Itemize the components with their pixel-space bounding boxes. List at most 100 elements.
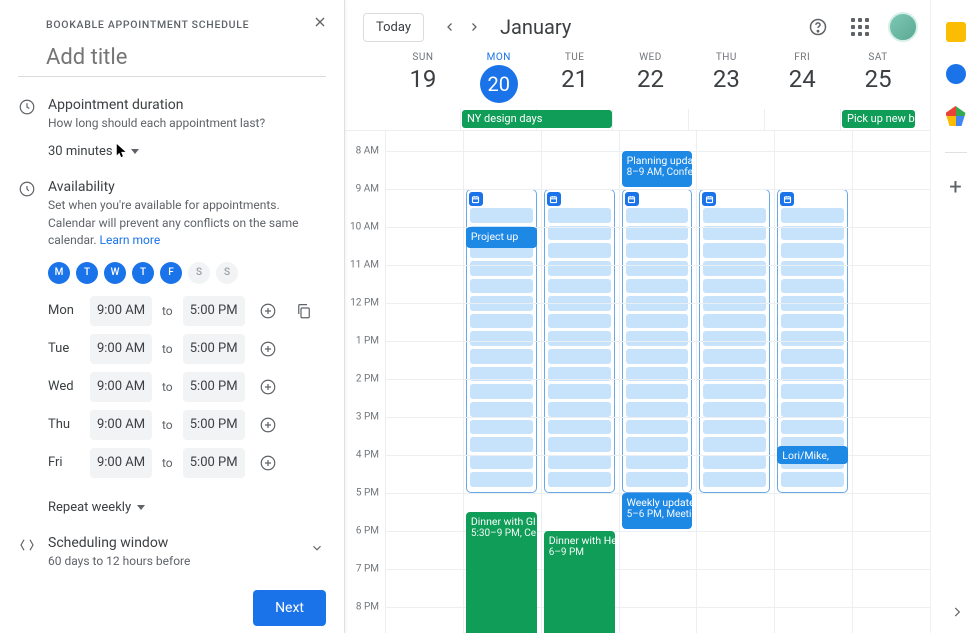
nav-arrows bbox=[438, 15, 486, 39]
end-time-input[interactable] bbox=[183, 448, 245, 478]
availability-icon bbox=[18, 180, 36, 514]
day-pill[interactable]: W bbox=[104, 262, 126, 284]
day-pill[interactable]: T bbox=[76, 262, 98, 284]
start-time-input[interactable] bbox=[90, 448, 152, 478]
calendar-event[interactable]: Dinner with He6–9 PM bbox=[544, 531, 615, 633]
addons-plus-icon[interactable]: + bbox=[949, 175, 961, 200]
day-header[interactable]: MON20 bbox=[461, 50, 537, 109]
day-column[interactable] bbox=[852, 131, 930, 633]
end-time-input[interactable] bbox=[183, 372, 245, 402]
day-pill[interactable]: M bbox=[48, 262, 70, 284]
day-pill[interactable]: F bbox=[160, 262, 182, 284]
allday-cell[interactable]: NY design days bbox=[460, 109, 536, 130]
day-abbr: TUE bbox=[537, 52, 613, 63]
day-column[interactable]: Project up Dinner with Gl5:30–9 PM, Ce bbox=[463, 131, 541, 633]
avatar[interactable] bbox=[888, 12, 918, 42]
hour-label: 12 PM bbox=[350, 298, 379, 309]
duration-picker[interactable]: 30 minutes bbox=[48, 144, 139, 159]
day-pill[interactable]: S bbox=[188, 262, 210, 284]
add-period-button[interactable] bbox=[255, 450, 281, 476]
allday-cell[interactable]: Pick up new bi bbox=[840, 109, 916, 130]
tasks-icon[interactable] bbox=[946, 64, 966, 84]
next-week-button[interactable] bbox=[462, 15, 486, 39]
day-column[interactable]: Dinner with He6–9 PM bbox=[541, 131, 619, 633]
availability-day-label: Wed bbox=[48, 379, 80, 394]
next-button[interactable]: Next bbox=[253, 590, 326, 626]
day-header[interactable]: THU23 bbox=[688, 50, 764, 109]
calendar-event[interactable]: Planning upda8–9 AM, Confe bbox=[622, 151, 693, 187]
hour-label: 4 PM bbox=[356, 450, 379, 461]
day-header[interactable]: SUN19 bbox=[385, 50, 461, 109]
duration-section: Appointment duration How long should eac… bbox=[18, 97, 326, 159]
today-button[interactable]: Today bbox=[363, 13, 424, 42]
availability-tag-icon bbox=[702, 192, 716, 206]
prev-week-button[interactable] bbox=[438, 15, 462, 39]
day-number: 25 bbox=[840, 65, 916, 93]
day-pill[interactable]: S bbox=[216, 262, 238, 284]
calendar-event[interactable]: Lori/Mike, bbox=[777, 446, 848, 465]
title-input[interactable] bbox=[18, 43, 326, 77]
calendar-event[interactable]: Dinner with Gl5:30–9 PM, Ce bbox=[466, 512, 537, 633]
day-pill[interactable]: T bbox=[132, 262, 154, 284]
calendar-event[interactable]: Weekly update5–6 PM, Meeti bbox=[622, 493, 693, 529]
hour-label: 9 AM bbox=[356, 184, 379, 195]
maps-icon[interactable] bbox=[946, 106, 966, 126]
end-time-input[interactable] bbox=[183, 334, 245, 364]
day-column[interactable]: Planning upda8–9 AM, Confe Weekly update5… bbox=[619, 131, 697, 633]
chevron-down-icon bbox=[131, 149, 139, 154]
keep-icon[interactable] bbox=[946, 22, 966, 42]
help-icon[interactable] bbox=[804, 13, 832, 41]
day-number: 24 bbox=[764, 65, 840, 93]
availability-row: Monto bbox=[48, 296, 326, 326]
start-time-input[interactable] bbox=[90, 372, 152, 402]
chevron-down-icon bbox=[137, 505, 145, 510]
add-period-button[interactable] bbox=[255, 412, 281, 438]
calendar-grid[interactable]: 8 AM9 AM10 AM11 AM12 PM1 PM2 PM3 PM4 PM5… bbox=[345, 131, 930, 633]
end-time-input[interactable] bbox=[183, 410, 245, 440]
chevron-down-icon[interactable] bbox=[308, 539, 326, 557]
hour-label: 7 PM bbox=[356, 564, 379, 575]
event-title: Planning upda bbox=[627, 154, 688, 167]
to-label: to bbox=[162, 380, 173, 394]
day-header[interactable]: FRI24 bbox=[764, 50, 840, 109]
apps-icon[interactable] bbox=[846, 13, 874, 41]
close-icon[interactable] bbox=[308, 10, 332, 34]
add-period-button[interactable] bbox=[255, 336, 281, 362]
chevron-right-icon[interactable] bbox=[950, 604, 964, 623]
day-abbr: SAT bbox=[840, 52, 916, 63]
event-title: Dinner with Gl bbox=[471, 515, 532, 528]
allday-cell[interactable] bbox=[688, 109, 764, 130]
add-period-button[interactable] bbox=[255, 374, 281, 400]
start-time-input[interactable] bbox=[90, 334, 152, 364]
day-column[interactable]: Lori/Mike, bbox=[774, 131, 852, 633]
day-header[interactable]: TUE21 bbox=[537, 50, 613, 109]
end-time-input[interactable] bbox=[183, 296, 245, 326]
add-period-button[interactable] bbox=[255, 298, 281, 324]
event-subtitle: 8–9 AM, Confe bbox=[627, 167, 688, 180]
days-row: SUN19MON20TUE21WED22THU23FRI24SAT 25 bbox=[345, 50, 930, 109]
side-addons-rail: + bbox=[930, 0, 980, 633]
day-header[interactable]: WED22 bbox=[613, 50, 689, 109]
day-header[interactable]: SAT 25 bbox=[840, 50, 916, 109]
allday-event[interactable]: NY design days bbox=[462, 110, 612, 128]
allday-cell[interactable] bbox=[385, 109, 460, 130]
day-pills: MTWTFSS bbox=[48, 262, 326, 284]
calendar-main: Today January SUN19MON20TUE21WED22THU23F… bbox=[345, 0, 930, 633]
day-column[interactable] bbox=[385, 131, 463, 633]
day-abbr: WED bbox=[613, 52, 689, 63]
scheduling-window-section[interactable]: Scheduling window 60 days to 12 hours be… bbox=[18, 535, 326, 570]
calendar-event[interactable]: Project up bbox=[466, 227, 537, 248]
event-title: Dinner with He bbox=[549, 534, 610, 547]
day-column[interactable] bbox=[696, 131, 774, 633]
learn-more-link[interactable]: Learn more bbox=[100, 233, 161, 247]
copy-to-all-button[interactable] bbox=[291, 298, 317, 324]
repeat-picker[interactable]: Repeat weekly bbox=[48, 500, 145, 515]
to-label: to bbox=[162, 418, 173, 432]
start-time-input[interactable] bbox=[90, 296, 152, 326]
allday-cell[interactable] bbox=[764, 109, 840, 130]
appointment-schedule-panel: BOOKABLE APPOINTMENT SCHEDULE Appointmen… bbox=[0, 0, 345, 633]
start-time-input[interactable] bbox=[90, 410, 152, 440]
allday-row: NY design days Pick up new bi bbox=[345, 109, 930, 131]
allday-cell[interactable] bbox=[612, 109, 688, 130]
allday-event[interactable]: Pick up new bi bbox=[842, 110, 915, 128]
